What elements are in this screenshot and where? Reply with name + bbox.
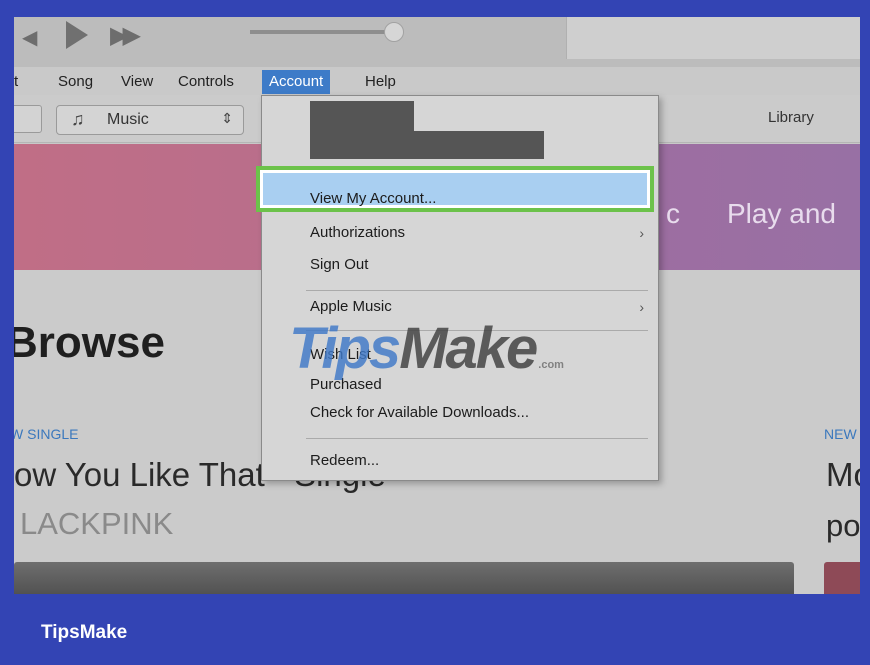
- menu-item-sign-out[interactable]: Sign Out: [310, 254, 368, 276]
- menu-divider: [306, 290, 648, 291]
- release-title-right-line2[interactable]: po: [826, 508, 860, 544]
- menu-controls[interactable]: Controls: [178, 71, 234, 93]
- player-bar: ◀ ▶▶: [14, 17, 860, 67]
- volume-slider-track[interactable]: [250, 30, 400, 34]
- fast-forward-icon[interactable]: ▶▶: [110, 21, 141, 50]
- release-tag: W SINGLE: [14, 426, 79, 442]
- page-title: Browse: [14, 318, 165, 367]
- chevron-right-icon: ›: [639, 299, 644, 315]
- back-button[interactable]: [14, 105, 42, 133]
- menu-view[interactable]: View: [121, 71, 153, 93]
- media-type-label: Music: [107, 111, 149, 128]
- menu-item-view-my-account[interactable]: View My Account...: [310, 188, 436, 210]
- banner-partial-text: c: [666, 198, 680, 229]
- chevron-right-icon: ›: [639, 225, 644, 241]
- menu-help[interactable]: Help: [365, 71, 396, 93]
- menu-account[interactable]: Account: [262, 70, 331, 94]
- release-artist[interactable]: LACKPINK: [20, 506, 173, 542]
- play-icon[interactable]: [66, 21, 88, 49]
- rewind-icon[interactable]: ◀: [22, 25, 37, 50]
- menu-item-wish-list[interactable]: Wish List: [310, 344, 371, 366]
- menu-item-apple-music[interactable]: Apple Music: [310, 296, 392, 318]
- now-playing-display: [566, 17, 860, 59]
- menu-bar: t Song View Controls Account Help: [14, 67, 860, 95]
- menu-song[interactable]: Song: [58, 71, 93, 93]
- account-menu: View My Account... Authorizations › Sign…: [256, 95, 659, 481]
- itunes-window: ◀ ▶▶ t Song View Controls Account Help ♫…: [14, 17, 860, 594]
- menu-item-purchased[interactable]: Purchased: [310, 374, 382, 396]
- menu-divider: [306, 330, 648, 331]
- menu-item-check-downloads[interactable]: Check for Available Downloads...: [310, 402, 529, 424]
- tab-library[interactable]: Library: [768, 109, 814, 126]
- release-tag-right: NEW: [824, 426, 857, 442]
- album-artwork[interactable]: [14, 562, 794, 594]
- media-type-select[interactable]: ♫ Music ⇕: [56, 105, 244, 135]
- album-artwork-right[interactable]: [824, 562, 860, 594]
- music-note-icon: ♫: [71, 109, 85, 129]
- footer-brand: TipsMake: [41, 622, 128, 643]
- select-caret-icon: ⇕: [221, 110, 233, 126]
- menu-item-redeem[interactable]: Redeem...: [310, 450, 379, 472]
- menu-edit[interactable]: t: [14, 71, 18, 93]
- volume-slider-knob[interactable]: [384, 22, 404, 42]
- menu-item-authorizations[interactable]: Authorizations: [310, 222, 405, 244]
- release-title-right[interactable]: Mo: [826, 456, 860, 494]
- account-name-redacted: [310, 101, 544, 159]
- menu-divider: [306, 438, 648, 439]
- banner-text: Play and: [727, 198, 836, 229]
